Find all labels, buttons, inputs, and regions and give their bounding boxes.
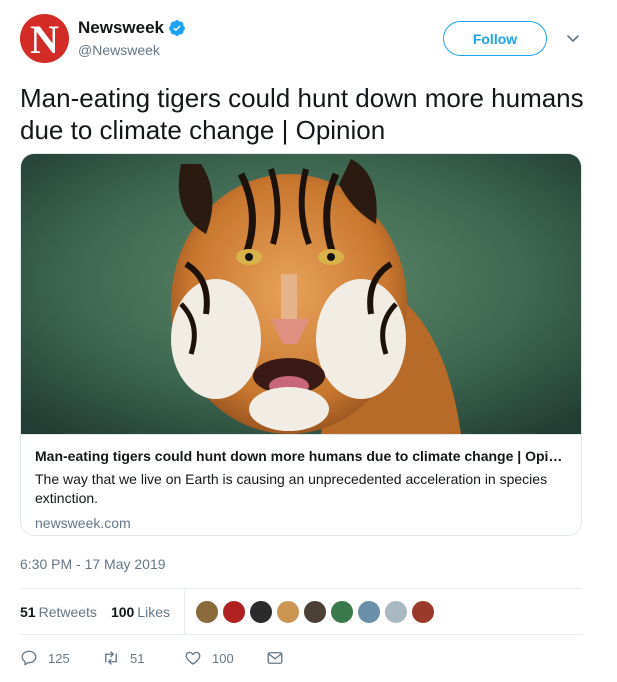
tweet-timestamp[interactable]: 6:30 PM - 17 May 2019: [20, 556, 166, 572]
tweet-header: N Newsweek @Newsweek Follow: [20, 14, 600, 66]
likes-stat[interactable]: 100 Likes: [111, 604, 170, 620]
direct-message-button[interactable]: [266, 649, 294, 667]
liker-avatar[interactable]: [329, 600, 354, 624]
liker-avatar[interactable]: [194, 600, 219, 624]
retweet-icon: [105, 651, 117, 665]
chevron-down-icon[interactable]: [565, 30, 581, 46]
link-card[interactable]: Man-eating tigers could hunt down more h…: [20, 153, 582, 536]
retweet-count: 51: [130, 650, 145, 666]
liker-avatar[interactable]: [383, 600, 408, 624]
avatar[interactable]: N: [20, 14, 69, 63]
liker-avatar[interactable]: [410, 600, 435, 624]
tweet-stats: 51 Retweets 100 Likes: [20, 590, 582, 634]
verified-badge-icon: [169, 20, 185, 36]
divider: [20, 588, 582, 589]
retweet-button[interactable]: 51: [102, 649, 184, 667]
liker-avatar[interactable]: [221, 600, 246, 624]
avatar-letter: N: [30, 16, 59, 62]
reply-count: 125: [48, 650, 70, 666]
retweets-label: Retweets: [38, 604, 97, 620]
like-button[interactable]: 100: [184, 649, 266, 667]
card-description: The way that we live on Earth is causing…: [35, 471, 548, 506]
envelope-icon: [267, 652, 283, 664]
liker-avatar[interactable]: [275, 600, 300, 624]
card-domain: newsweek.com: [35, 515, 131, 531]
divider: [20, 634, 582, 635]
liker-avatar[interactable]: [356, 600, 381, 624]
liker-avatar[interactable]: [248, 600, 273, 624]
tweet-actions: 125 51 100: [20, 646, 294, 670]
card-body[interactable]: Man-eating tigers could hunt down more h…: [21, 434, 581, 535]
card-image[interactable]: [21, 154, 581, 434]
heart-icon: [185, 651, 201, 665]
liker-avatar[interactable]: [302, 600, 327, 624]
tiger-photo: [21, 154, 581, 434]
display-name[interactable]: Newsweek: [78, 18, 164, 38]
retweets-count: 51: [20, 604, 36, 620]
reply-button[interactable]: 125: [20, 649, 102, 667]
likes-count: 100: [110, 604, 135, 620]
like-count: 100: [212, 650, 234, 666]
divider: [183, 590, 185, 634]
follow-button[interactable]: Follow: [443, 21, 547, 56]
reply-icon: [21, 650, 37, 666]
retweets-stat[interactable]: 51 Retweets: [20, 604, 97, 620]
likes-label: Likes: [137, 604, 170, 620]
name-row: Newsweek: [78, 18, 186, 38]
tweet-text: Man-eating tigers could hunt down more h…: [20, 83, 584, 145]
likers-avatars: [194, 600, 438, 624]
card-title: Man-eating tigers could hunt down more h…: [35, 448, 569, 464]
account-handle[interactable]: @Newsweek: [78, 42, 160, 58]
